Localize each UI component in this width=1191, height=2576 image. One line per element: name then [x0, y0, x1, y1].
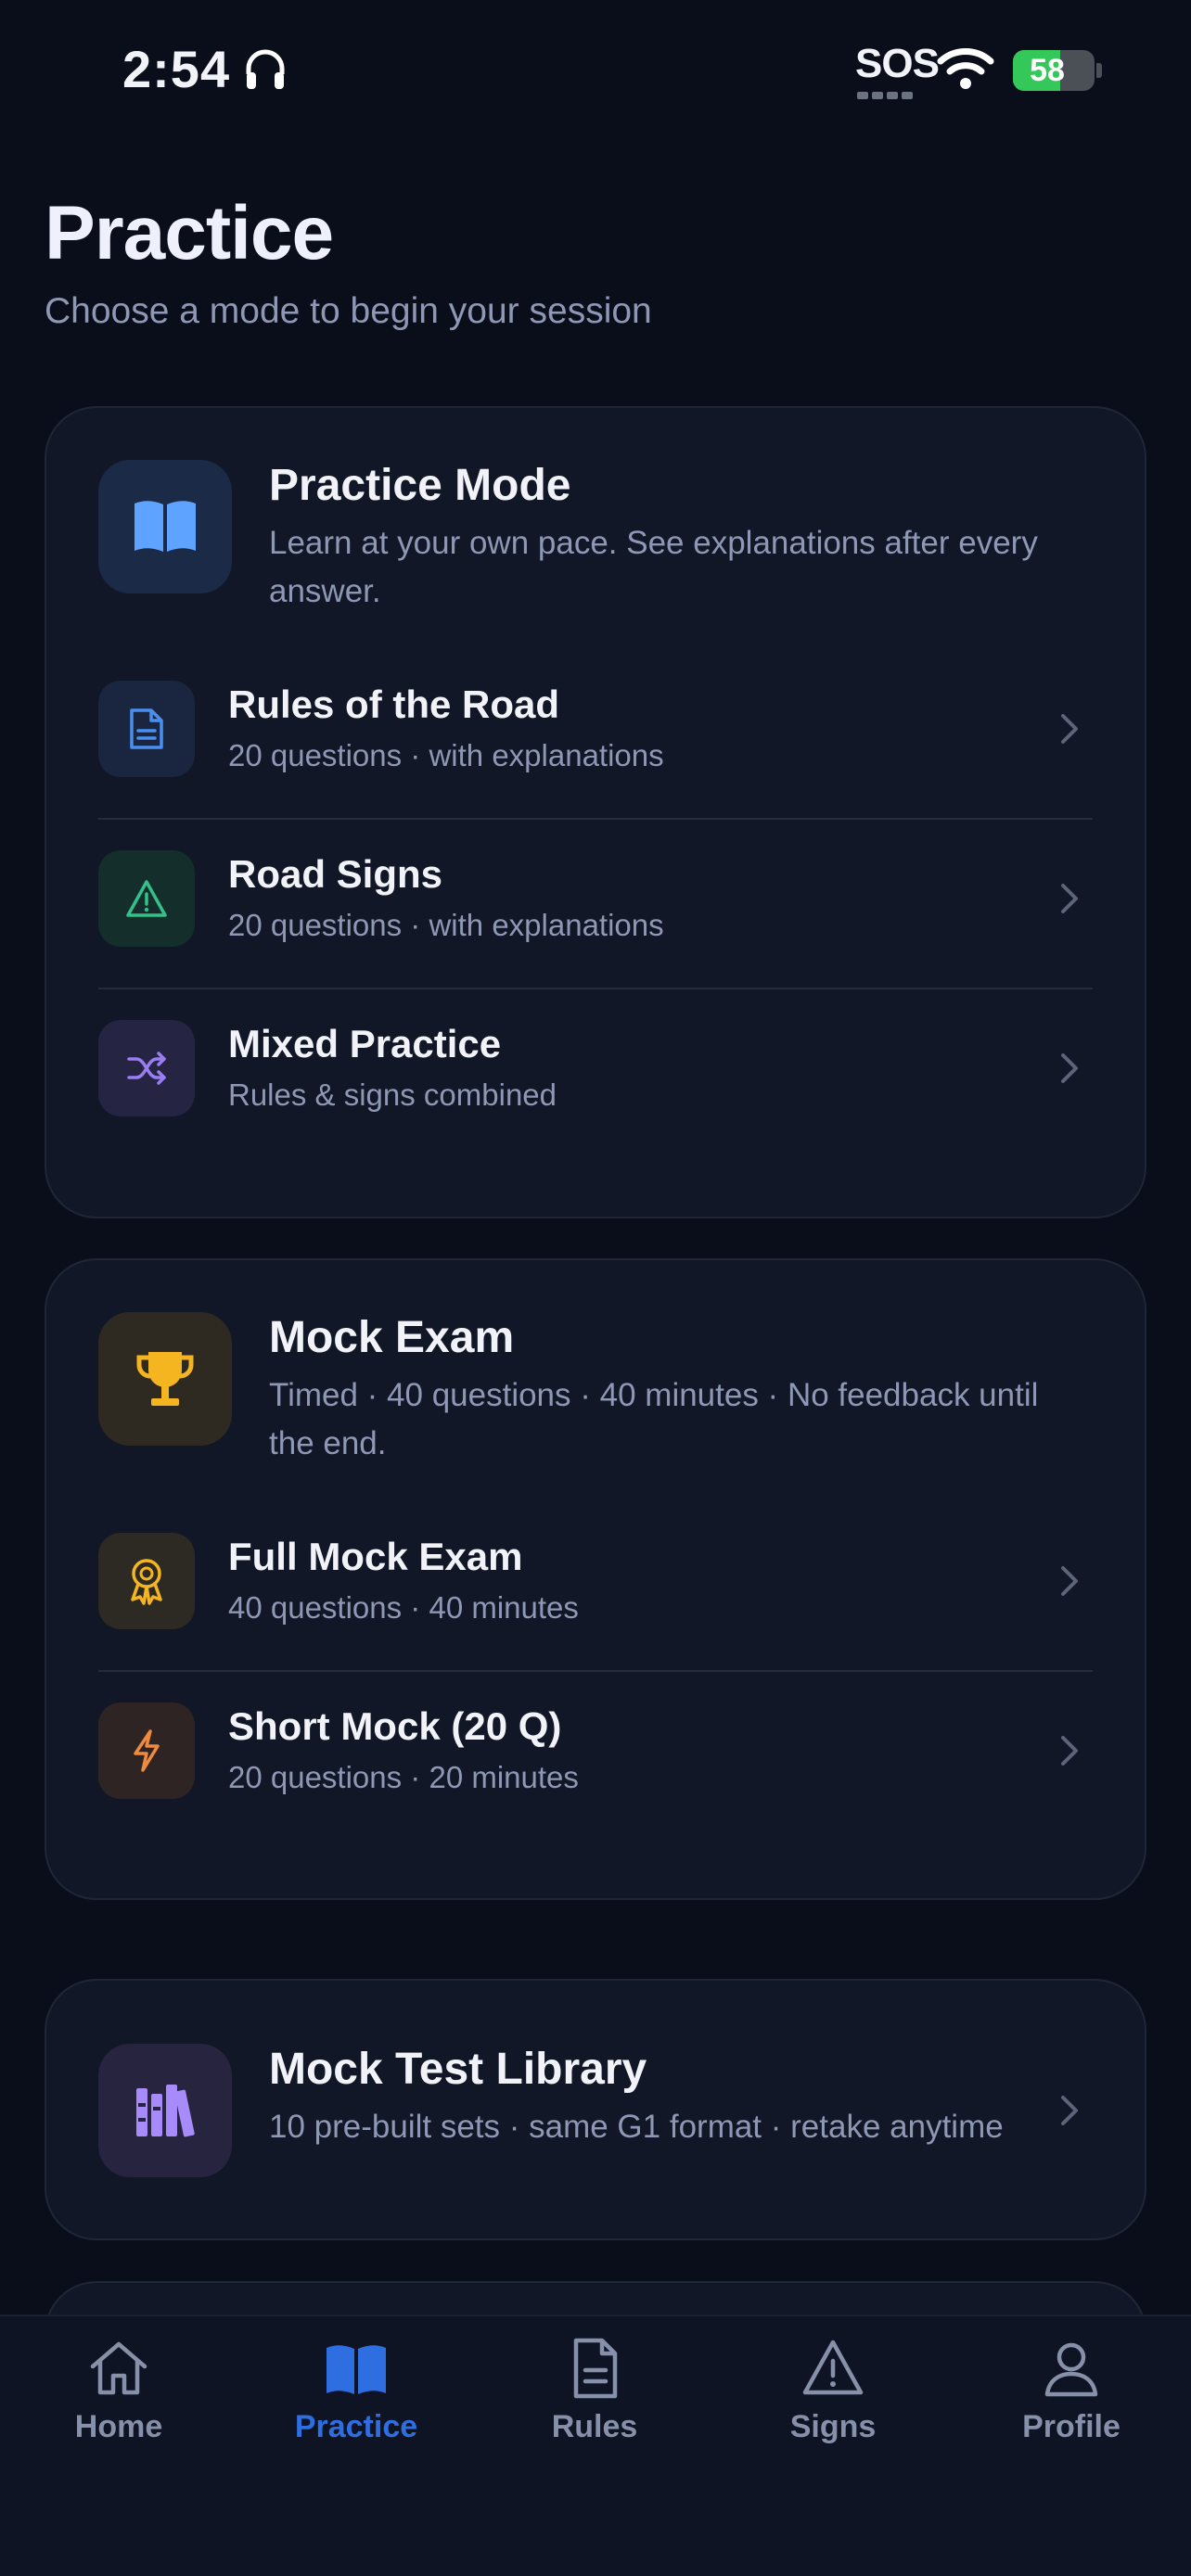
open-book-icon	[98, 460, 232, 593]
item-subtitle: Rules & signs combined	[228, 1078, 557, 1112]
item-subtitle: 20 questions · with explanations	[228, 738, 664, 772]
full-mock-exam-item[interactable]: Full Mock Exam 40 questions · 40 minutes	[98, 1503, 1093, 1672]
divider	[98, 818, 1093, 820]
tab-home[interactable]: Home	[0, 2335, 237, 2474]
item-title: Road Signs	[228, 852, 443, 896]
item-subtitle: 40 questions · 40 minutes	[228, 1590, 579, 1625]
warning-triangle-icon	[98, 850, 195, 947]
practice-screen: 2:54 SOS 58 Practice Choose a mode to be…	[0, 0, 1191, 2576]
item-title: Short Mock (20 Q)	[228, 1704, 562, 1748]
chevron-right-icon	[1061, 1566, 1078, 1596]
wifi-icon	[937, 48, 994, 89]
library-title: Mock Test Library	[269, 2045, 647, 2094]
tab-practice[interactable]: Practice	[237, 2335, 475, 2474]
person-icon	[1044, 2342, 1098, 2397]
chevron-right-icon	[1061, 714, 1078, 744]
page-subtitle: Choose a mode to begin your session	[45, 291, 652, 331]
trophy-icon	[98, 1312, 232, 1446]
divider	[98, 1670, 1093, 1672]
road-signs-item[interactable]: Road Signs 20 questions · with explanati…	[98, 821, 1093, 989]
home-icon	[90, 2341, 147, 2395]
tab-label: Rules	[551, 2409, 638, 2444]
battery-percent: 58	[1030, 53, 1065, 88]
chevron-right-icon	[1061, 1736, 1078, 1766]
library-description: 10 pre-built sets · same G1 format · ret…	[269, 2109, 1004, 2145]
tab-label: Signs	[789, 2409, 877, 2444]
battery-cap	[1096, 63, 1102, 78]
page-title: Practice	[45, 191, 334, 275]
document-icon	[573, 2338, 618, 2399]
signal-dots	[857, 87, 922, 99]
practice-mode-description: Learn at your own pace. See explanations…	[269, 525, 1038, 609]
item-title: Mixed Practice	[228, 1022, 502, 1065]
shuffle-icon	[98, 1020, 195, 1116]
open-book-icon	[327, 2345, 386, 2394]
mock-test-library-card[interactable]: Mock Test Library 10 pre-built sets · sa…	[45, 1979, 1146, 2240]
chevron-right-icon	[1061, 884, 1078, 913]
practice-mode-title: Practice Mode	[269, 461, 571, 510]
tab-label: Practice	[294, 2409, 418, 2444]
award-ribbon-icon	[98, 1533, 195, 1629]
books-icon	[98, 2044, 232, 2177]
divider	[98, 988, 1093, 989]
item-title: Full Mock Exam	[228, 1535, 523, 1578]
short-mock-item[interactable]: Short Mock (20 Q) 20 questions · 20 minu…	[98, 1673, 1093, 1842]
chevron-right-icon	[1061, 2096, 1078, 2125]
item-subtitle: 20 questions · with explanations	[228, 908, 664, 942]
battery-indicator: 58	[1013, 50, 1095, 91]
chevron-right-icon	[1061, 1053, 1078, 1083]
warning-triangle-icon	[802, 2340, 864, 2395]
mock-exam-card: Mock Exam Timed · 40 questions · 40 minu…	[45, 1258, 1146, 1900]
item-title: Rules of the Road	[228, 682, 560, 726]
practice-mode-card: Practice Mode Learn at your own pace. Se…	[45, 406, 1146, 1218]
tab-label: Profile	[1022, 2409, 1121, 2444]
mock-exam-description: Timed · 40 questions · 40 minutes · No f…	[269, 1377, 1039, 1461]
headphones-icon	[246, 49, 285, 89]
tab-rules[interactable]: Rules	[476, 2335, 713, 2474]
sos-indicator: SOS	[855, 41, 940, 86]
tab-label: Home	[74, 2409, 163, 2444]
lightning-icon	[98, 1702, 195, 1799]
status-time: 2:54	[122, 40, 231, 98]
rules-of-the-road-item[interactable]: Rules of the Road 20 questions · with ex…	[98, 651, 1093, 820]
status-bar: 2:54 SOS 58	[0, 0, 1191, 139]
mock-exam-title: Mock Exam	[269, 1313, 515, 1362]
item-subtitle: 20 questions · 20 minutes	[228, 1760, 579, 1794]
mixed-practice-item[interactable]: Mixed Practice Rules & signs combined	[98, 990, 1093, 1159]
bottom-tab-bar: Home Practice Rules Signs Profile	[0, 2315, 1191, 2576]
tab-profile[interactable]: Profile	[953, 2335, 1190, 2474]
document-icon	[98, 681, 195, 777]
tab-signs[interactable]: Signs	[714, 2335, 952, 2474]
